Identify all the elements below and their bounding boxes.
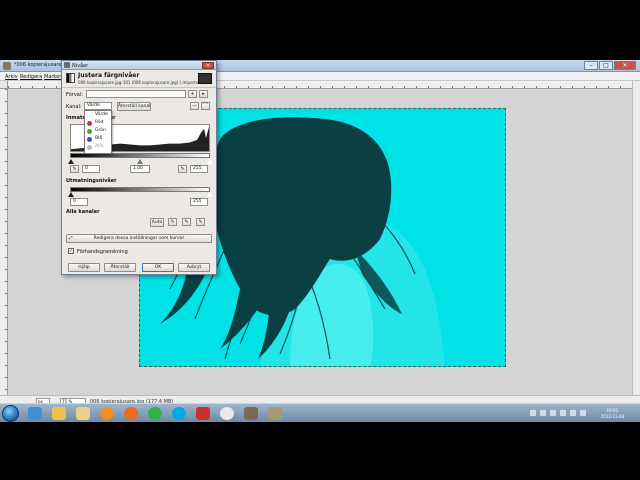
cancel-button[interactable]: Avbryt <box>178 263 210 272</box>
alpha-channel-icon <box>87 145 92 150</box>
help-button[interactable]: Hjälp <box>68 263 100 272</box>
tray-icon[interactable] <box>580 410 586 416</box>
skype-icon[interactable] <box>172 407 186 420</box>
output-high-handle[interactable] <box>207 192 213 197</box>
channel-option-label: Röd <box>95 120 104 125</box>
levels-icon <box>64 62 70 68</box>
dialog-title: Nivåer <box>72 63 89 69</box>
channel-option-green[interactable]: Grön <box>85 127 111 135</box>
tray-icon[interactable] <box>560 410 566 416</box>
input-white-point-handle[interactable] <box>207 159 213 164</box>
dialog-heading: Justera färgnivåer <box>78 72 140 79</box>
chrome-icon[interactable] <box>220 407 234 420</box>
menu-redigera[interactable]: Redigera <box>20 74 42 80</box>
black-picker-icon[interactable]: ✎ <box>70 165 79 173</box>
taskbar: 19:01 2012-11-08 <box>0 403 640 422</box>
ie-icon[interactable] <box>52 407 66 420</box>
pick-gray-icon[interactable]: ✎ <box>182 218 191 226</box>
red-channel-icon <box>87 121 92 126</box>
output-gradient[interactable] <box>70 187 210 192</box>
channel-option-value[interactable]: Värde <box>85 111 111 119</box>
channel-label: Kanal: <box>66 104 82 110</box>
output-low-handle[interactable] <box>68 192 74 197</box>
pick-white-icon[interactable]: ✎ <box>196 218 205 226</box>
maximize-button[interactable]: □ <box>599 61 613 70</box>
dialog-header: Justera färgnivåer 006 kopierajusare.jpg… <box>62 70 216 88</box>
presets-select[interactable] <box>86 90 186 98</box>
auto-button[interactable]: Auto <box>150 218 164 227</box>
pick-black-icon[interactable]: ✎ <box>168 218 177 226</box>
minimize-button[interactable]: – <box>584 61 598 70</box>
preview-label: Förhandsgranskning <box>77 249 128 255</box>
dialog-close-button[interactable]: ✕ <box>202 62 214 69</box>
linear-histogram-button[interactable]: — <box>190 102 199 110</box>
vertical-ruler[interactable] <box>0 89 8 395</box>
channel-option-label: Grön <box>95 128 106 133</box>
blue-channel-icon <box>87 137 92 142</box>
channel-dropdown-menu: Värde Röd Grön Blå Alfa <box>84 110 112 154</box>
edit-as-curves-label: Redigera dessa inställningar som kurvor <box>93 236 185 241</box>
edit-as-curves-button[interactable]: ⤢ Redigera dessa inställningar som kurvo… <box>66 234 212 243</box>
input-low-field[interactable]: 0 <box>82 165 100 173</box>
dialog-titlebar[interactable]: Nivåer ✕ <box>62 61 216 70</box>
presets-label: Förval: <box>66 92 83 98</box>
screen: *006 kopierajusare] (importerad)-1.0 (RG… <box>0 60 640 422</box>
menu-arkiv[interactable]: Arkiv <box>5 74 18 80</box>
media-player-icon[interactable] <box>100 407 114 420</box>
firefox-icon[interactable] <box>124 407 138 420</box>
tray-icon[interactable] <box>550 410 556 416</box>
preset-add-button[interactable]: + <box>188 90 197 98</box>
windows-explorer-icon[interactable] <box>28 407 42 420</box>
log-histogram-button[interactable]: ⌒ <box>201 102 210 110</box>
gimp-icon[interactable] <box>244 407 258 420</box>
channel-select[interactable]: Värde <box>84 102 112 110</box>
spotify-icon[interactable] <box>148 407 162 420</box>
reset-button[interactable]: Återställ <box>104 263 136 272</box>
reset-channel-button[interactable]: Återställ kanal <box>117 102 151 111</box>
preset-menu-button[interactable]: ▸ <box>199 90 208 98</box>
system-tray: 19:01 2012-11-08 <box>526 406 636 421</box>
layer-thumbnail <box>198 73 212 84</box>
output-high-field[interactable]: 255 <box>190 198 208 206</box>
output-low-field[interactable]: 0 <box>70 198 88 206</box>
channel-option-blue[interactable]: Blå <box>85 135 111 143</box>
gimp-app-icon <box>3 62 11 70</box>
channel-option-red[interactable]: Röd <box>85 119 111 127</box>
all-channels-label: Alla kanaler <box>66 209 100 215</box>
input-black-point-handle[interactable] <box>68 159 74 164</box>
preview-checkbox[interactable]: ✓ <box>68 248 74 254</box>
clock-date: 2012-11-08 <box>600 414 624 419</box>
channel-option-label: Alfa <box>95 144 104 149</box>
window-controls: – □ ✕ <box>584 61 636 70</box>
dialog-subtitle: 006 kopierajusare.jpg-101 (006 kopieraju… <box>78 80 207 85</box>
folder-icon[interactable] <box>76 407 90 420</box>
tray-icon[interactable] <box>570 410 576 416</box>
input-high-field[interactable]: 255 <box>190 165 208 173</box>
green-channel-icon <box>87 129 92 134</box>
white-picker-icon[interactable]: ✎ <box>178 165 187 173</box>
channel-option-label: Blå <box>95 136 103 141</box>
channel-option-label: Värde <box>95 112 108 117</box>
channel-option-alpha: Alfa <box>85 143 111 151</box>
tray-icon[interactable] <box>540 410 546 416</box>
ruler-corner[interactable] <box>0 81 8 89</box>
tray-icon[interactable] <box>530 410 536 416</box>
curves-icon: ⤢ <box>69 236 73 241</box>
output-levels-label: Utmatningsnivåer <box>66 178 117 184</box>
vertical-scrollbar[interactable] <box>632 81 640 395</box>
input-gamma-handle[interactable] <box>137 159 143 164</box>
input-gamma-field[interactable]: 1.00 <box>130 165 150 173</box>
start-button[interactable] <box>2 405 19 422</box>
levels-dialog: Nivåer ✕ Justera färgnivåer 006 kopieraj… <box>61 60 217 275</box>
ok-button[interactable]: OK <box>142 263 174 272</box>
clock[interactable]: 19:01 2012-11-08 <box>601 408 624 420</box>
close-button[interactable]: ✕ <box>614 61 636 70</box>
gimp-image-icon[interactable] <box>268 407 282 420</box>
levels-header-icon <box>66 73 75 83</box>
acrobat-icon[interactable] <box>196 407 210 420</box>
